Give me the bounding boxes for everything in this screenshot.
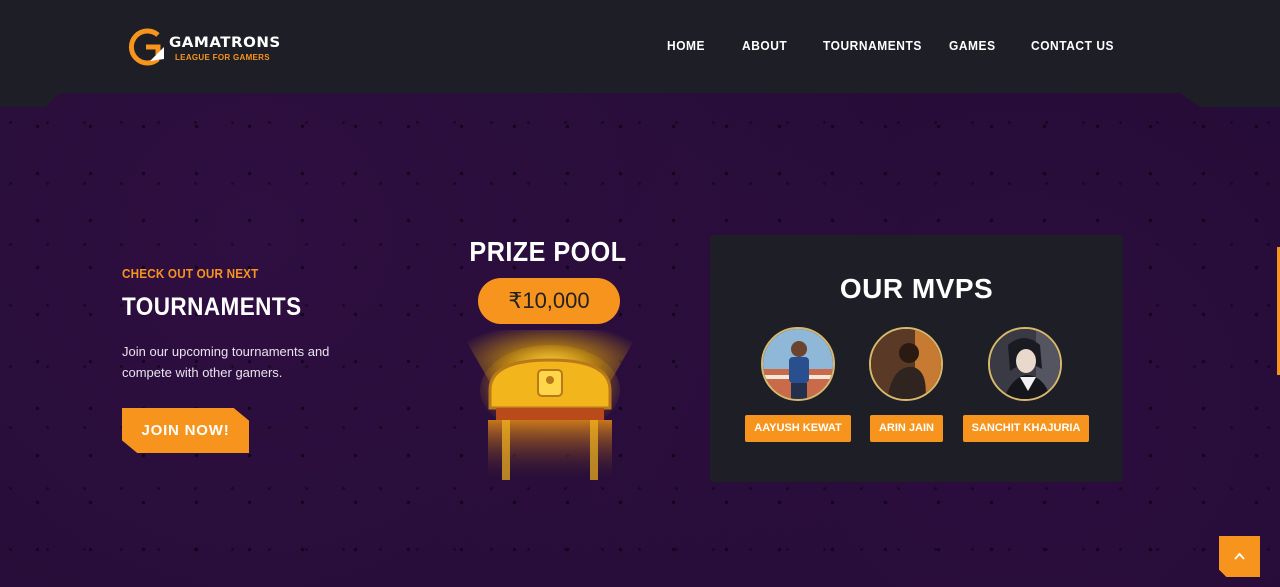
avatar [869, 327, 943, 401]
avatar [761, 327, 835, 401]
nav-about[interactable]: ABOUT [742, 38, 787, 53]
mvp-card: OUR MVPS AAYUSH KEWAT ARIN JAIN SANCHIT … [710, 235, 1123, 482]
intro-kicker: CHECK OUT OUR NEXT [122, 266, 259, 281]
mvp-name-badge: AAYUSH KEWAT [745, 415, 851, 442]
treasure-chest-icon [460, 330, 640, 480]
site-header: GAMATRONS LEAGUE FOR GAMERS HOME ABOUT T… [0, 0, 1280, 93]
mvp-name-badge: SANCHIT KHAJURIA [963, 415, 1089, 442]
nav-tournaments[interactable]: TOURNAMENTS [823, 38, 922, 53]
nav-home[interactable]: HOME [667, 38, 705, 53]
mvp-title: OUR MVPS [839, 273, 994, 304]
prize-amount-badge: ₹10,000 [478, 278, 620, 324]
avatar [988, 327, 1062, 401]
join-now-button[interactable]: JOIN NOW! [122, 408, 249, 453]
main-nav: HOME ABOUT TOURNAMENTS GAMES CONTACT US [0, 38, 1280, 54]
scroll-to-top-button[interactable] [1219, 536, 1260, 577]
mvp-name-badge: ARIN JAIN [870, 415, 943, 442]
chevron-up-icon [1234, 552, 1245, 560]
nav-contact-us[interactable]: CONTACT US [1031, 38, 1114, 53]
logo-tagline: LEAGUE FOR GAMERS [175, 53, 270, 62]
intro-heading: TOURNAMENTS [122, 293, 302, 321]
prize-pool-title: PRIZE POOL [469, 236, 627, 267]
intro-description: Join our upcoming tournaments and compet… [122, 344, 330, 380]
nav-games[interactable]: GAMES [949, 38, 996, 53]
